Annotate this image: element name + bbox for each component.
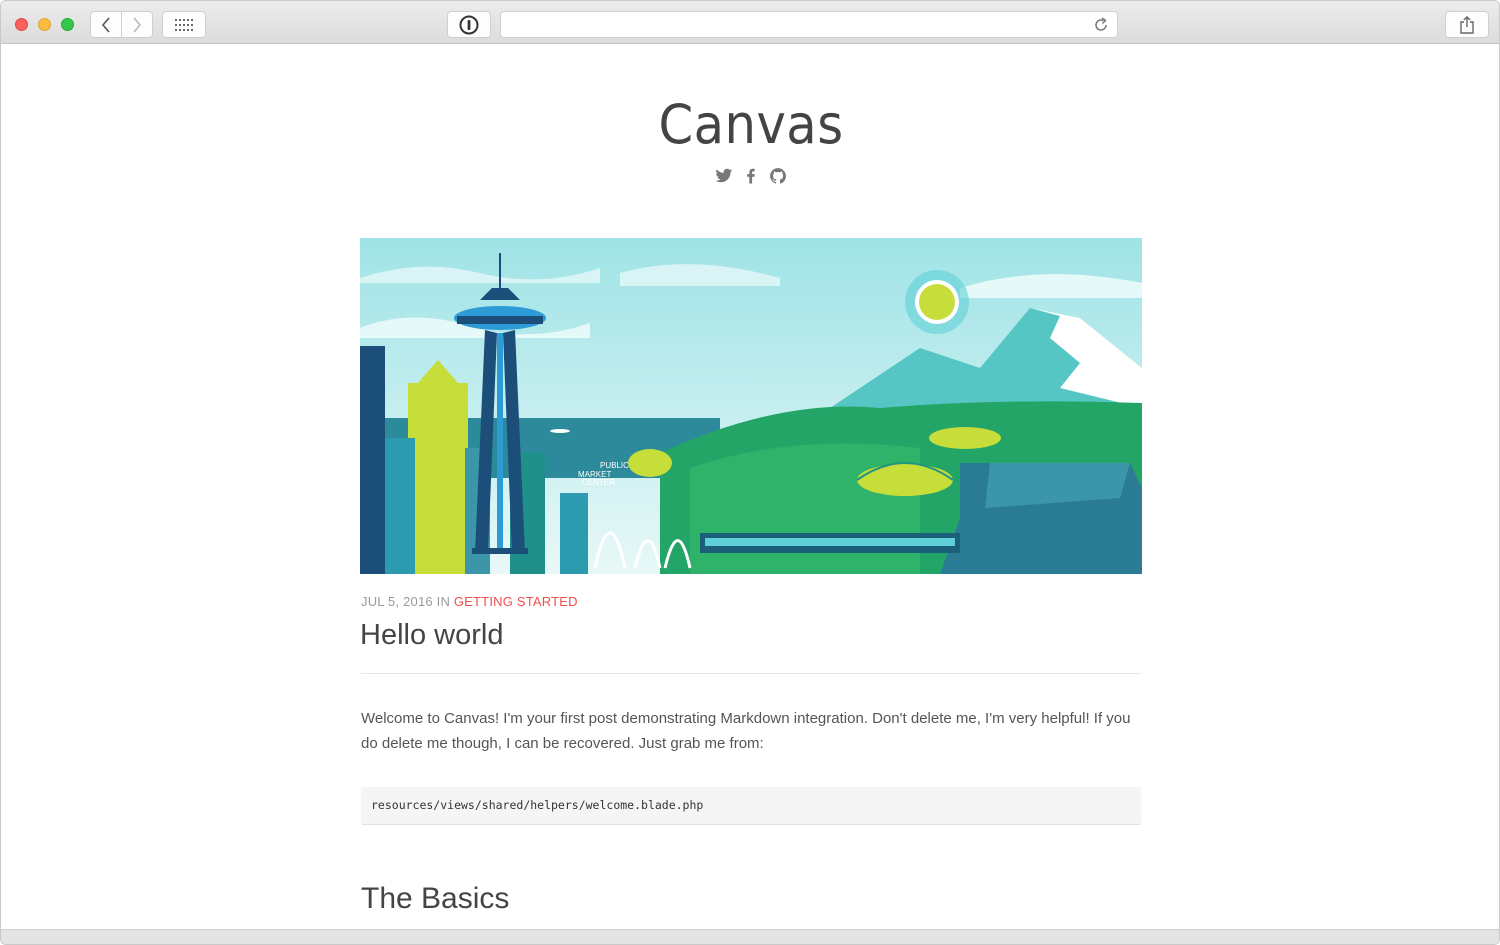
post-title[interactable]: Hello world: [360, 619, 503, 652]
social-links: [715, 166, 787, 186]
sun-graphic: [905, 270, 969, 334]
zoom-window-button[interactable]: [61, 18, 74, 31]
share-button[interactable]: [1445, 11, 1489, 38]
divider: [361, 673, 1141, 674]
post-paragraph: Welcome to Canvas! I'm your first post d…: [361, 710, 1131, 752]
market-sign-line-3: CENTER: [582, 478, 615, 487]
section-heading: The Basics: [361, 882, 510, 915]
back-button[interactable]: [90, 11, 122, 38]
hero-illustration: PUBLIC MARKET CENTER: [360, 238, 1142, 574]
share-icon: [1460, 15, 1474, 34]
chevron-right-icon: [133, 16, 142, 33]
post-date: JUL 5, 2016: [361, 594, 433, 609]
market-sign-line-1: PUBLIC: [600, 461, 629, 470]
site-title[interactable]: Canvas: [61, 93, 1441, 156]
password-manager-icon: [459, 15, 479, 34]
password-manager-button[interactable]: [447, 11, 491, 38]
post-in-label: IN: [436, 594, 451, 609]
page-content: Canvas PUBLIC MARKET CENTER JUL 5, 2016 …: [1, 45, 1499, 929]
chevron-left-icon: [101, 16, 110, 33]
post-meta: JUL 5, 2016 IN GETTING STARTED: [361, 594, 578, 609]
minimize-window-button[interactable]: [38, 18, 51, 31]
reload-icon[interactable]: [1093, 17, 1109, 33]
address-bar[interactable]: [500, 11, 1118, 38]
close-window-button[interactable]: [15, 18, 28, 31]
grid-icon: [175, 18, 193, 31]
forward-button[interactable]: [121, 11, 153, 38]
top-sites-button[interactable]: [162, 11, 206, 38]
window-bottom-bar: [1, 929, 1499, 944]
facebook-icon[interactable]: [742, 167, 760, 185]
browser-window: Canvas PUBLIC MARKET CENTER JUL 5, 2016 …: [0, 0, 1500, 945]
github-icon[interactable]: [769, 167, 787, 185]
code-block: resources/views/shared/helpers/welcome.b…: [361, 787, 1141, 825]
post-category-link[interactable]: GETTING STARTED: [454, 594, 578, 609]
twitter-icon[interactable]: [715, 167, 733, 185]
browser-toolbar: [1, 1, 1499, 44]
